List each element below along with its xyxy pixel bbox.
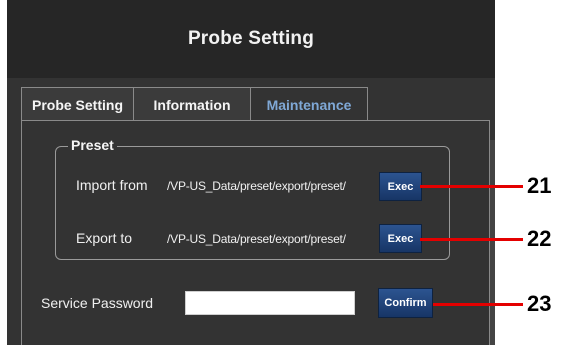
callout-line-23 (433, 303, 523, 306)
service-password-label: Service Password (41, 295, 154, 311)
scrollbar[interactable] (490, 140, 495, 345)
callout-21: 21 (527, 173, 552, 198)
callout-22: 22 (527, 226, 552, 251)
callout-line-21 (420, 185, 523, 188)
callout-23: 23 (527, 291, 552, 316)
probe-setting-dialog: Probe Setting Probe Setting Information … (7, 0, 495, 345)
title-bar: Probe Setting (7, 0, 495, 78)
import-path: /VP-US_Data/preset/export/preset/ (167, 179, 346, 193)
tab-information[interactable]: Information (133, 87, 251, 121)
import-from-label: Import from (76, 177, 148, 193)
preset-legend: Preset (68, 137, 117, 153)
confirm-button[interactable]: Confirm (378, 288, 433, 318)
dialog-title: Probe Setting (187, 28, 315, 49)
callout-line-22 (420, 238, 523, 241)
import-exec-button[interactable]: Exec (379, 172, 422, 201)
tab-maintenance[interactable]: Maintenance (250, 87, 368, 121)
export-to-label: Export to (76, 230, 133, 246)
export-path: /VP-US_Data/preset/export/preset/ (167, 232, 346, 246)
tab-probe-setting[interactable]: Probe Setting (21, 87, 134, 121)
service-password-input[interactable] (185, 291, 355, 315)
export-exec-button[interactable]: Exec (379, 224, 422, 253)
